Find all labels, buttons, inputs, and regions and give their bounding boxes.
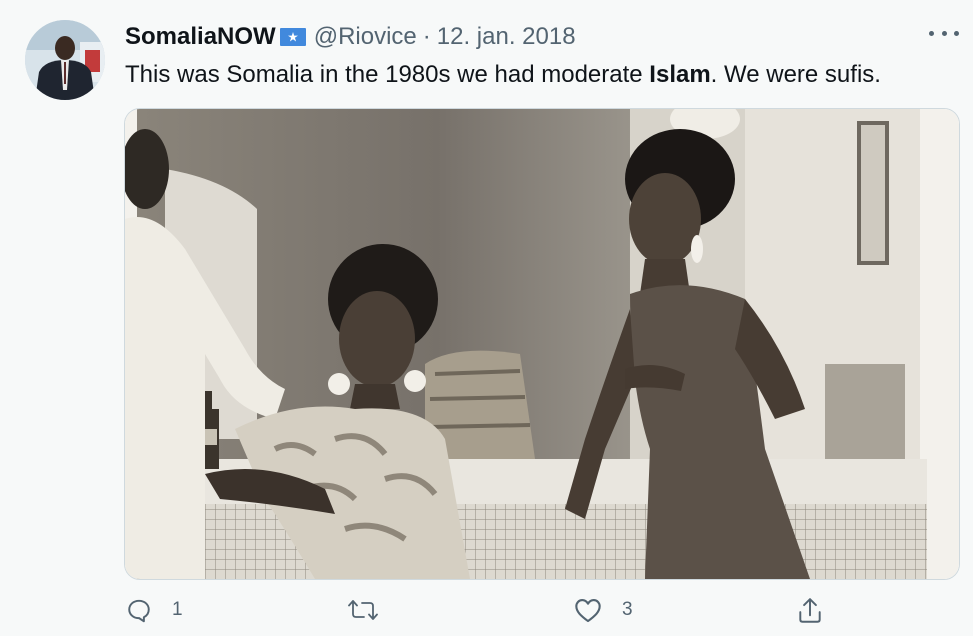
more-dot [929, 30, 934, 36]
separator: · [422, 23, 431, 50]
like-button[interactable]: 3 [574, 597, 633, 623]
more-dot [954, 30, 959, 36]
tweet-text-part: This was Somalia in the 1980s we had mod… [125, 61, 650, 88]
tweet-text-bold: Islam [649, 61, 711, 88]
like-count: 3 [622, 599, 633, 620]
reply-count: 1 [172, 599, 183, 620]
retweet-icon [348, 600, 378, 620]
like-icon [575, 599, 601, 623]
more-icon[interactable] [929, 26, 959, 40]
somalia-flag-icon [279, 28, 306, 46]
display-name[interactable]: SomaliaNOW [125, 23, 276, 51]
user-handle[interactable]: @Riovice [314, 23, 417, 51]
avatar-image [25, 20, 105, 100]
share-icon [799, 598, 821, 623]
tweet-photo[interactable] [124, 108, 960, 580]
tweet-text: This was Somalia in the 1980s we had mod… [125, 60, 881, 90]
more-dot [941, 30, 947, 36]
tweet-actions: 1 3 [0, 595, 973, 635]
reply-button[interactable]: 1 [126, 597, 183, 623]
avatar[interactable] [25, 20, 105, 100]
tweet-date[interactable]: 12. jan. 2018 [437, 23, 576, 51]
tweet-header: SomaliaNOW @Riovice · 12. jan. 2018 [125, 21, 953, 53]
reply-icon [128, 599, 150, 623]
retweet-button[interactable] [348, 597, 378, 623]
photo-image [125, 109, 959, 579]
tweet-text-part: . We were sufis. [710, 61, 881, 88]
share-button[interactable] [797, 597, 823, 625]
